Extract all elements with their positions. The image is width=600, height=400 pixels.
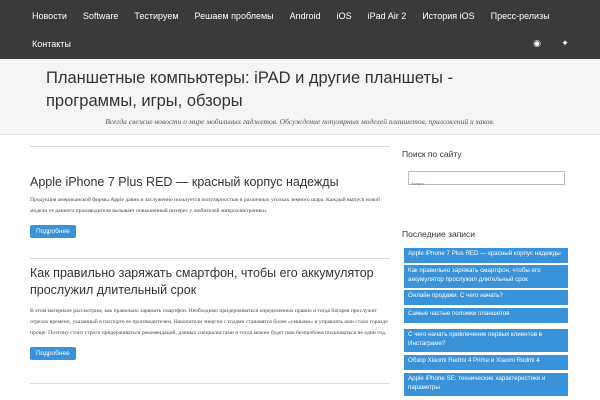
- nav-item-ios[interactable]: iOS: [337, 11, 352, 21]
- post-excerpt: Продукция американской фирмы Apple давно…: [30, 197, 380, 214]
- twitter-icon[interactable]: ✦: [560, 38, 570, 49]
- nav-item-press-releases[interactable]: Пресс-релизы: [491, 11, 550, 21]
- post-article: Как правильно заряжать смартфон, чтобы е…: [30, 265, 390, 360]
- post-divider: [30, 383, 390, 384]
- search-input[interactable]: [409, 177, 564, 190]
- recent-post-link[interactable]: Самые частые поломки планшетов: [404, 308, 568, 323]
- nav-item-android[interactable]: Android: [290, 11, 321, 21]
- nav-item-ios-history[interactable]: История iOS: [422, 11, 474, 21]
- recent-post-link[interactable]: Как правильно заряжать смартфон, чтобы е…: [404, 265, 568, 288]
- read-more-button[interactable]: Подробнее: [30, 225, 76, 238]
- post-divider: [30, 258, 390, 259]
- post-divider: [30, 146, 390, 147]
- recent-post-link[interactable]: Apple iPhone SE: технические характерист…: [404, 373, 568, 396]
- post-article: Apple iPhone 7 Plus RED — красный корпус…: [30, 174, 390, 238]
- nav-item-contacts[interactable]: Контакты: [32, 39, 71, 49]
- nav-item-news[interactable]: Новости: [32, 11, 67, 21]
- site-description: Всегда свежие новости о мире мобильных г…: [105, 117, 495, 126]
- search-field[interactable]: [408, 171, 565, 190]
- nav-row-primary: Новости Software Тестируем Решаем пробле…: [32, 10, 566, 22]
- recent-post-link[interactable]: Обзор Xiaomi Redmi 4 Prime и Xiaomi Redm…: [404, 355, 568, 370]
- site-title[interactable]: Планшетные компьютеры: iPAD и другие пла…: [46, 67, 546, 113]
- recent-post-link[interactable]: Онлайн продажи. С чего начать?: [404, 290, 568, 305]
- social-links: ◉ ✦: [514, 38, 570, 49]
- nav-item-software[interactable]: Software: [83, 11, 119, 21]
- nav-item-testing[interactable]: Тестируем: [134, 11, 178, 21]
- nav-row-secondary: Контакты: [32, 38, 87, 50]
- search-widget-title: Поиск по сайту: [402, 149, 462, 159]
- post-title[interactable]: Как правильно заряжать смартфон, чтобы е…: [30, 265, 390, 299]
- read-more-button[interactable]: Подробнее: [30, 347, 76, 360]
- post-excerpt: В этом материале рассмотрим, как правиль…: [30, 308, 388, 336]
- rss-icon[interactable]: ◉: [532, 38, 542, 49]
- site-header: Планшетные компьютеры: iPAD и другие пла…: [0, 59, 600, 135]
- recent-post-link[interactable]: С чего начать привлечение первых клиенто…: [404, 329, 568, 352]
- nav-item-ipad-air-2[interactable]: iPad Air 2: [368, 11, 407, 21]
- post-title[interactable]: Apple iPhone 7 Plus RED — красный корпус…: [30, 174, 390, 191]
- recent-posts-title: Последние записи: [402, 229, 476, 239]
- top-navigation: Новости Software Тестируем Решаем пробле…: [0, 0, 600, 59]
- recent-post-link[interactable]: Apple iPhone 7 Plus RED — красный корпус…: [404, 248, 568, 263]
- nav-item-problems[interactable]: Решаем проблемы: [195, 11, 274, 21]
